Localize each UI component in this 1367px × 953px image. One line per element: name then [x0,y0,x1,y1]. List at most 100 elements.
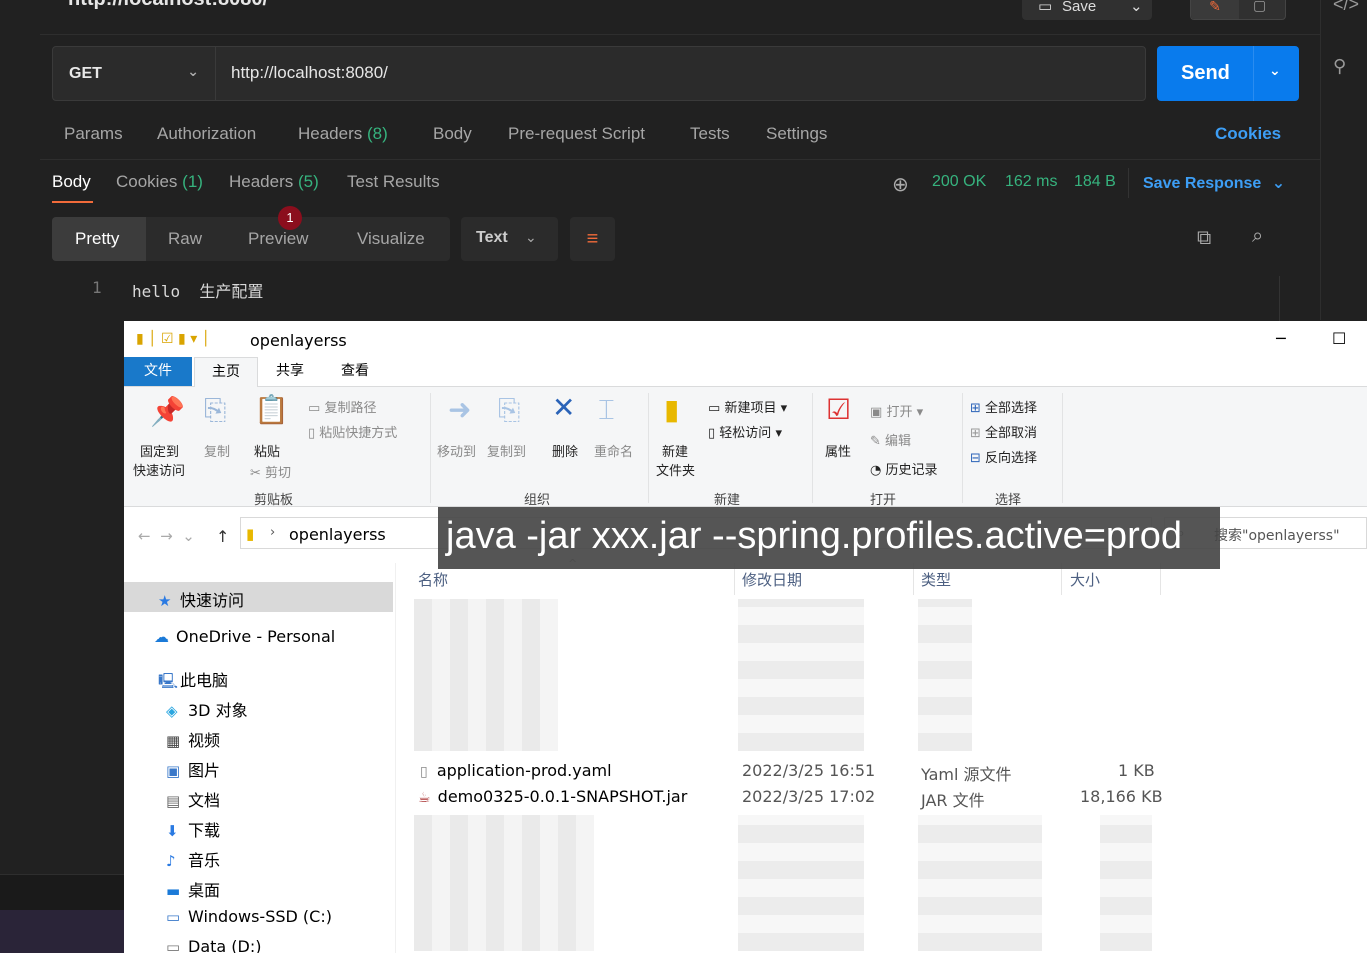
tab-preview[interactable]: Preview [248,229,308,249]
column-header-name[interactable]: 名称 [418,569,448,590]
tab-test-results[interactable]: Test Results [347,172,440,192]
tab-raw[interactable]: Raw [168,229,202,249]
tab-visualize[interactable]: Visualize [357,229,425,249]
open-button[interactable]: ▣ 打开 ▾ [870,401,923,420]
search-icon[interactable]: ⌕ [1252,225,1263,248]
nav-videos[interactable]: ▦ 视频 [166,727,220,751]
rename-button[interactable]: 重命名 [594,441,633,460]
new-folder-icon[interactable]: ▮ [664,393,679,426]
nav-documents[interactable]: ▤ 文档 [166,787,220,811]
select-none-button[interactable]: ⊞ 全部取消 [970,422,1037,441]
column-header-size[interactable]: 大小 [1070,569,1100,590]
cut-button[interactable]: ✂ 剪切 [250,462,291,481]
wrap-lines-icon[interactable]: ≡ [570,217,615,261]
invert-selection-button[interactable]: ⊟ 反向选择 [970,447,1037,466]
address-path[interactable]: openlayerss [289,525,386,544]
new-item-label: 新建项目 [724,401,777,416]
up-arrow-icon[interactable]: ↑ [216,527,229,546]
status-code[interactable]: 200 OK [932,173,986,191]
properties-button[interactable]: 属性 [825,441,851,460]
tab-tests[interactable]: Tests [690,124,730,144]
method-select[interactable]: GET ⌄ [53,47,216,100]
tab-response-headers[interactable]: Headers (5) [229,172,319,192]
new-folder-button-2[interactable]: 文件夹 [656,460,695,479]
tab-response-body[interactable]: Body [52,172,91,192]
rename-icon[interactable]: ⌶ [598,393,615,427]
pin-icon[interactable]: 📌 [150,395,185,428]
request-tab-title[interactable]: http://localhost:8080/ [68,0,268,11]
format-dropdown[interactable]: Text ⌄ [461,217,558,261]
pin-to-quick-access-2[interactable]: 快速访问 [133,460,185,479]
nav-drive-c[interactable]: ▭ Windows-SSD (C:) [166,907,332,926]
select-all-button[interactable]: ⊞ 全部选择 [970,397,1037,416]
easy-access-button[interactable]: ▯ 轻松访问 ▾ [708,422,782,441]
lightbulb-icon[interactable]: ⚲ [1333,56,1346,77]
copy-icon[interactable]: ⎘ [204,393,226,427]
blurred-dates [738,599,864,751]
new-folder-button[interactable]: 新建 [662,441,688,460]
nav-desktop[interactable]: ▬ 桌面 [166,877,220,901]
move-to-icon[interactable]: ➜ [448,393,471,426]
tab-params[interactable]: Params [64,124,123,144]
tab-file[interactable]: 文件 [124,357,192,386]
search-input[interactable]: 搜索"openlayerss" [1214,525,1340,545]
tab-prerequest-script[interactable]: Pre-request Script [508,124,645,144]
tab-headers[interactable]: Headers (8) [298,124,388,144]
pin-to-quick-access[interactable]: 固定到 [140,441,179,460]
delete-icon[interactable]: ✕ [552,391,575,424]
tab-authorization[interactable]: Authorization [157,124,256,144]
tab-body[interactable]: Body [433,124,472,144]
history-button[interactable]: ◔ 历史记录 [870,459,938,478]
cookies-link[interactable]: Cookies [1215,124,1281,144]
edit-button[interactable]: ✎ 编辑 [870,430,911,449]
tab-share[interactable]: 共享 [276,357,304,386]
nav-quick-access[interactable]: ★ 快速访问 [158,587,244,611]
back-forward-icons[interactable]: ← → ⌄ [138,527,195,545]
properties-icon[interactable]: ☑ [826,393,851,426]
copy-button[interactable]: 复制 [204,441,230,460]
minimize-icon[interactable]: ─ [1276,329,1286,348]
copy-to-button[interactable]: 复制到 [487,441,526,460]
nav-music[interactable]: ♪ 音乐 [166,847,220,871]
tab-view[interactable]: 查看 [341,357,369,386]
file-row[interactable]: ☕ demo0325-0.0.1-SNAPSHOT.jar [418,787,687,806]
maximize-icon[interactable]: ☐ [1332,329,1346,348]
paste-shortcut-button[interactable]: ▯ 粘贴快捷方式 [308,422,397,441]
response-time[interactable]: 162 ms [1005,173,1057,191]
edit-view-toggle[interactable]: ✎ ▢ [1190,0,1286,20]
nav-pictures[interactable]: ▣ 图片 [166,757,220,781]
new-item-button[interactable]: ▭ 新建项目 ▾ [708,397,787,416]
quick-access-toolbar[interactable]: ▮ │ ☑ ▮ ▾ │ [136,331,210,347]
nav-downloads[interactable]: ⬇ 下载 [166,817,220,841]
save-button[interactable]: ▭ Save ⌄ [1022,0,1152,20]
pencil-icon[interactable]: ✎ [1191,0,1239,19]
nav-3d-objects[interactable]: ◈ 3D 对象 [166,697,248,721]
copy-icon[interactable]: ⧉ [1197,227,1211,250]
move-to-button[interactable]: 移动到 [437,441,476,460]
column-header-modified[interactable]: 修改日期 [742,569,802,590]
send-button[interactable]: Send ⌄ [1157,46,1299,101]
url-input[interactable]: http://localhost:8080/ [231,63,388,83]
paste-button[interactable]: 粘贴 [254,441,280,460]
tab-pretty[interactable]: Pretty [75,229,119,249]
nav-this-pc[interactable]: 🖳 此电脑 [158,667,228,696]
paste-icon[interactable]: 📋 [254,393,289,426]
code-icon[interactable]: </> [1333,0,1359,15]
globe-icon[interactable]: ⊕ [892,172,909,197]
file-row[interactable]: ▯ application-prod.yaml [420,761,612,780]
chevron-down-icon[interactable]: ⌄ [1269,62,1281,79]
response-size[interactable]: 184 B [1074,173,1116,191]
tab-home[interactable]: 主页 [194,357,258,387]
copy-path-button[interactable]: ▭ 复制路径 [308,397,376,416]
tab-settings[interactable]: Settings [766,124,827,144]
nav-drive-d[interactable]: ▭ Data (D:) [166,937,261,953]
column-header-type[interactable]: 类型 [921,569,951,590]
nav-onedrive[interactable]: ☁ OneDrive - Personal [154,627,335,646]
delete-button[interactable]: 删除 [552,441,578,460]
editor-scrollbar[interactable] [1279,276,1301,322]
chevron-down-icon[interactable]: ⌄ [1130,0,1143,15]
tab-response-cookies[interactable]: Cookies (1) [116,172,203,192]
copy-to-icon[interactable]: ⎘ [498,393,520,427]
comment-icon[interactable]: ▢ [1253,0,1266,14]
save-response-button[interactable]: Save Response ⌄ [1143,173,1285,193]
